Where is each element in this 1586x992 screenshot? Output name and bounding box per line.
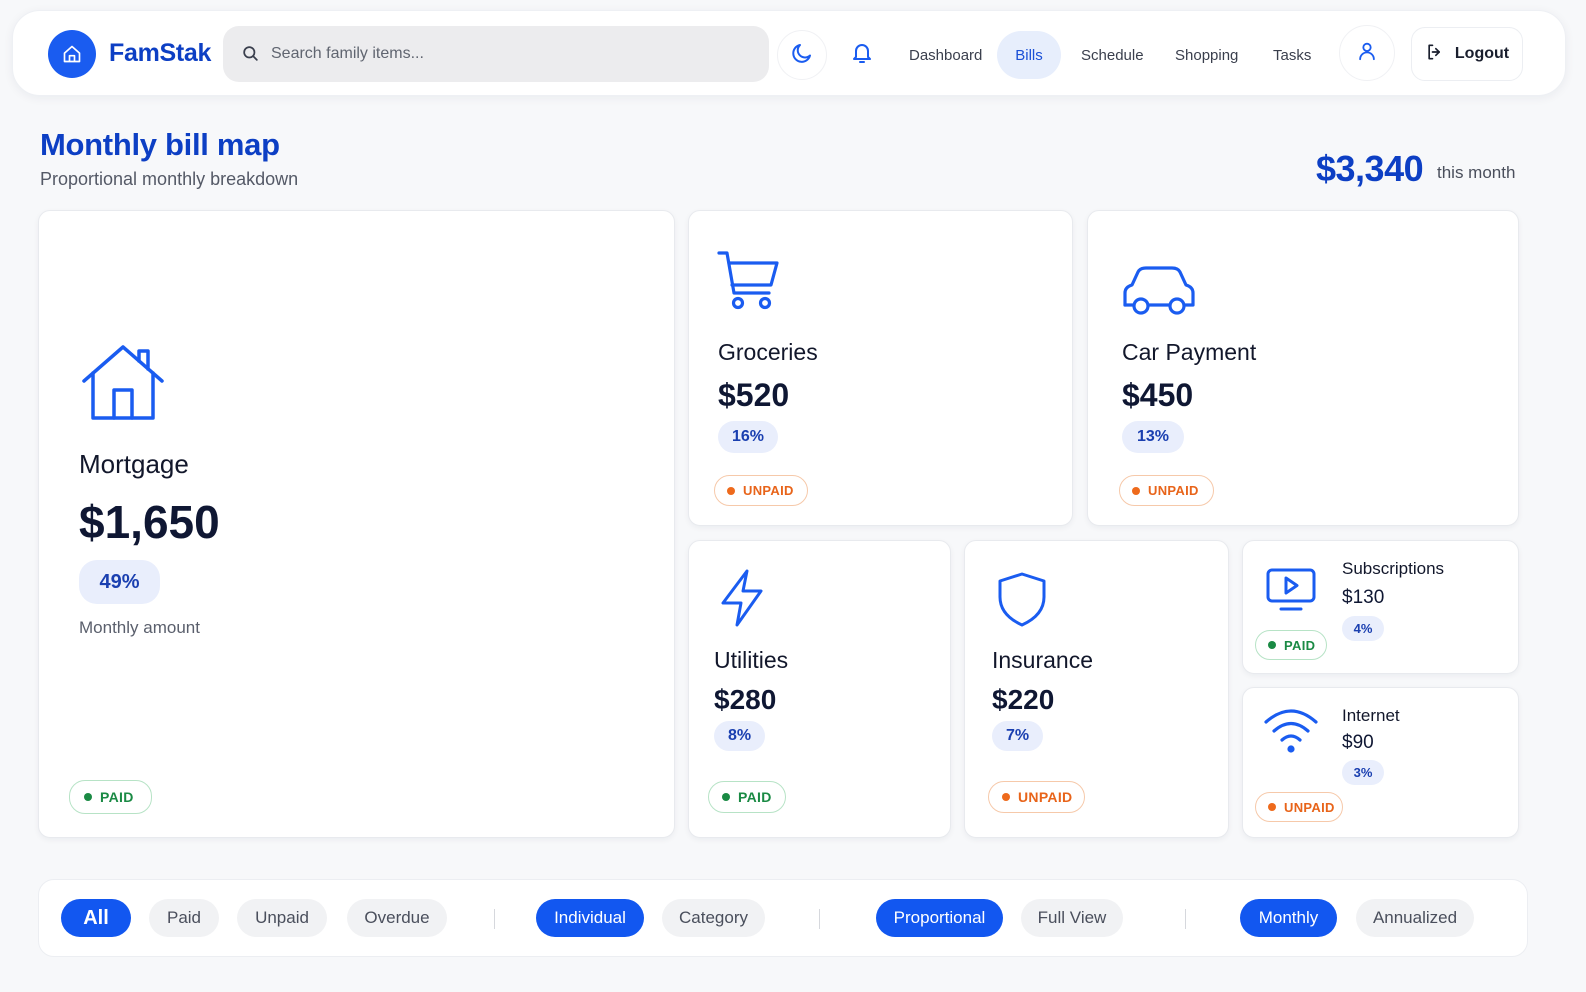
filter-paid[interactable]: Paid xyxy=(149,899,219,937)
view-full[interactable]: Full View xyxy=(1021,899,1123,937)
bill-amount: $520 xyxy=(718,377,790,413)
filter-all[interactable]: All xyxy=(61,899,131,937)
divider xyxy=(1185,909,1186,929)
bill-card-subscriptions[interactable]: Subscriptions $130 4% PAID xyxy=(1242,540,1519,674)
bill-percent: 8% xyxy=(714,721,765,751)
nav-bills[interactable]: Bills xyxy=(997,31,1061,79)
house-icon xyxy=(81,343,165,426)
period-monthly[interactable]: Monthly xyxy=(1240,899,1337,937)
nav-shopping[interactable]: Shopping xyxy=(1163,31,1250,79)
bill-percent: 3% xyxy=(1342,760,1384,785)
period-annualized[interactable]: Annualized xyxy=(1356,899,1474,937)
bill-name: Subscriptions xyxy=(1342,559,1445,578)
shield-icon xyxy=(997,571,1047,632)
status-badge: PAID xyxy=(69,780,152,814)
status-dot xyxy=(722,793,730,801)
bill-amount: $130 xyxy=(1342,587,1385,608)
bill-percent: 7% xyxy=(992,721,1043,751)
bill-card-insurance[interactable]: Insurance $220 7% UNPAID xyxy=(964,540,1229,838)
user-icon xyxy=(1356,40,1378,67)
search-box[interactable] xyxy=(223,26,769,82)
bill-card-groceries[interactable]: Groceries $520 16% UNPAID xyxy=(688,210,1073,526)
monitor-play-icon xyxy=(1265,567,1317,618)
bolt-icon xyxy=(719,569,765,632)
status-dot xyxy=(1268,803,1276,811)
status-badge: UNPAID xyxy=(714,475,808,506)
bill-card-car-payment[interactable]: Car Payment $450 13% UNPAID xyxy=(1087,210,1519,526)
moon-icon xyxy=(790,41,814,70)
bill-name: Mortgage xyxy=(79,449,189,479)
bill-amount: $1,650 xyxy=(79,496,220,548)
status-badge: PAID xyxy=(708,781,786,813)
bill-amount: $450 xyxy=(1122,377,1194,413)
filter-bar: All Paid Unpaid Overdue Individual Categ… xyxy=(38,879,1528,957)
status-dot xyxy=(1268,641,1276,649)
group-category[interactable]: Category xyxy=(662,899,765,937)
bill-amount: $280 xyxy=(714,684,777,715)
logo-home-icon[interactable] xyxy=(48,30,96,78)
bill-percent: 13% xyxy=(1122,421,1184,453)
bill-name: Groceries xyxy=(718,339,818,365)
wifi-icon xyxy=(1263,706,1319,759)
logout-icon xyxy=(1425,42,1445,67)
bill-amount: $220 xyxy=(992,684,1055,715)
status-dot xyxy=(727,486,735,495)
status-dot xyxy=(1002,793,1010,801)
logout-button[interactable]: Logout xyxy=(1411,27,1523,81)
divider xyxy=(494,909,495,929)
status-dot xyxy=(1132,486,1140,495)
bill-card-utilities[interactable]: Utilities $280 8% PAID xyxy=(688,540,951,838)
bill-percent: 16% xyxy=(718,421,778,453)
bell-icon xyxy=(850,41,874,70)
nav-schedule[interactable]: Schedule xyxy=(1069,31,1156,79)
monthly-total-label: this month xyxy=(1437,163,1516,182)
divider xyxy=(819,909,820,929)
monthly-total: $3,340 xyxy=(1316,148,1424,189)
top-bar: FamStak Dashboard Bills Schedule Shoppin… xyxy=(12,10,1566,96)
brand-name[interactable]: FamStak xyxy=(109,39,211,68)
filter-overdue[interactable]: Overdue xyxy=(347,899,447,937)
status-label: PAID xyxy=(738,789,772,805)
status-badge: UNPAID xyxy=(1255,792,1343,822)
bill-card-mortgage[interactable]: Mortgage $1,650 49% Monthly amount PAID xyxy=(38,210,675,838)
bill-name: Utilities xyxy=(714,647,789,673)
bill-percent: 4% xyxy=(1342,616,1384,641)
nav-dashboard[interactable]: Dashboard xyxy=(897,31,994,79)
status-label: UNPAID xyxy=(1018,789,1073,805)
bill-name: Car Payment xyxy=(1122,339,1257,365)
bill-card-internet[interactable]: Internet $90 3% UNPAID xyxy=(1242,687,1519,838)
search-icon xyxy=(241,44,260,68)
notifications-button[interactable] xyxy=(837,30,887,80)
theme-toggle-button[interactable] xyxy=(777,30,827,80)
nav-tasks[interactable]: Tasks xyxy=(1261,31,1323,79)
car-icon xyxy=(1122,265,1196,322)
profile-button[interactable] xyxy=(1339,25,1395,81)
status-label: PAID xyxy=(1284,637,1316,653)
status-badge: PAID xyxy=(1255,630,1327,660)
logout-label: Logout xyxy=(1454,45,1510,62)
status-label: PAID xyxy=(100,789,134,805)
status-badge: UNPAID xyxy=(988,781,1085,813)
page-subtitle: Proportional monthly breakdown xyxy=(40,169,299,189)
bill-percent: 49% xyxy=(79,560,160,604)
view-proportional[interactable]: Proportional xyxy=(876,899,1003,937)
page-title: Monthly bill map xyxy=(40,127,280,162)
status-badge: UNPAID xyxy=(1119,475,1214,506)
status-dot xyxy=(84,793,92,801)
bill-note: Monthly amount xyxy=(79,618,200,637)
bill-name: Insurance xyxy=(992,647,1094,673)
status-label: UNPAID xyxy=(743,483,794,498)
status-label: UNPAID xyxy=(1284,799,1335,815)
group-individual[interactable]: Individual xyxy=(536,899,644,937)
bill-name: Internet xyxy=(1342,706,1400,725)
status-label: UNPAID xyxy=(1148,483,1199,498)
bill-amount: $90 xyxy=(1342,732,1374,753)
filter-unpaid[interactable]: Unpaid xyxy=(237,899,327,937)
cart-icon xyxy=(717,249,781,318)
search-input[interactable] xyxy=(271,36,751,72)
